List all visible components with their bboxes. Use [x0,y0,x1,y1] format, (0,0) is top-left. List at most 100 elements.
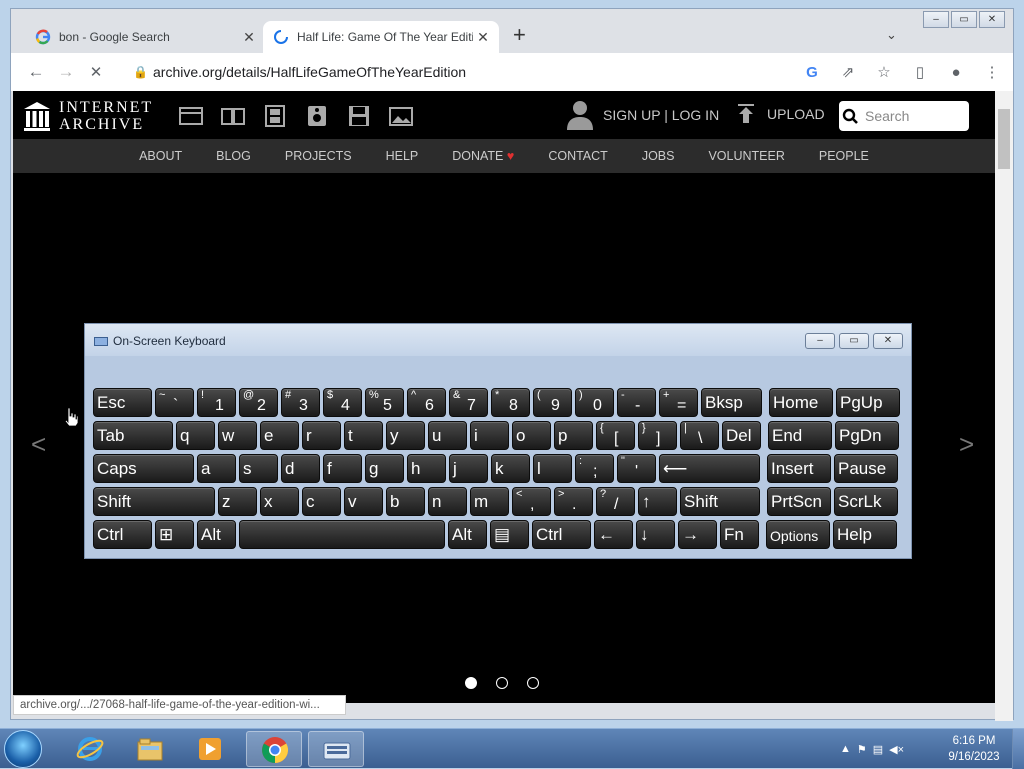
osk-key[interactable]: * 8 [491,388,530,417]
web-icon[interactable] [179,105,203,127]
taskbar-internet-explorer[interactable] [62,731,118,767]
tab-search-icon[interactable]: ⌄ [886,27,897,43]
scrollbar-thumb[interactable] [998,109,1010,169]
osk-key[interactable]: Insert [767,454,831,483]
osk-close-button[interactable]: ✕ [873,333,903,349]
osk-key[interactable]: Del [722,421,761,450]
tab-half-life[interactable]: Half Life: Game Of The Year Editi ✕ [263,21,499,53]
osk-key[interactable]: ⟵ [659,454,760,483]
nav-help[interactable]: HELP [369,149,436,163]
osk-key[interactable]: k [491,454,530,483]
osk-key[interactable]: ? / [596,487,635,516]
osk-key[interactable]: " ' [617,454,656,483]
nav-about[interactable]: ABOUT [122,149,199,163]
share-icon[interactable]: ⇗ [833,63,863,81]
osk-key[interactable]: + = [659,388,698,417]
osk-key[interactable]: Shift [680,487,760,516]
minimize-button[interactable]: – [923,11,949,28]
osk-title-bar[interactable]: On-Screen Keyboard – ▭ ✕ [85,324,911,356]
osk-key[interactable]: PgDn [835,421,899,450]
osk-key[interactable]: | \ [680,421,719,450]
osk-key[interactable]: n [428,487,467,516]
osk-key[interactable]: Ctrl [93,520,152,549]
osk-key[interactable]: j [449,454,488,483]
nav-projects[interactable]: PROJECTS [268,149,369,163]
osk-key[interactable]: Fn [720,520,759,549]
network-icon[interactable]: ▤ [873,743,883,756]
osk-key[interactable]: >. [554,487,593,516]
osk-key[interactable]: b [386,487,425,516]
osk-key[interactable]: PrtScn [767,487,831,516]
osk-key[interactable]: Bksp [701,388,762,417]
url-text[interactable]: archive.org/details/HalfLifeGameOfTheYea… [153,64,466,80]
osk-key[interactable]: f [323,454,362,483]
maximize-button[interactable]: ▭ [951,11,977,28]
nav-donate[interactable]: DONATE ♥ [435,149,531,163]
osk-key[interactable]: Caps [93,454,194,483]
osk-key[interactable]: Esc [93,388,152,417]
osk-key[interactable]: x [260,487,299,516]
taskbar-file-explorer[interactable] [122,731,178,767]
tab-close-icon[interactable]: ✕ [473,29,493,46]
carousel-dot[interactable] [465,677,477,689]
nav-jobs[interactable]: JOBS [625,149,692,163]
back-icon[interactable]: ← [21,62,51,82]
osk-key[interactable]: q [176,421,215,450]
osk-key[interactable]: :; [575,454,614,483]
nav-blog[interactable]: BLOG [199,149,268,163]
vertical-scrollbar[interactable] [995,91,1013,721]
osk-key[interactable]: c [302,487,341,516]
osk-key[interactable]: d [281,454,320,483]
osk-key[interactable]: i [470,421,509,450]
osk-key[interactable]: ~ ` [155,388,194,417]
carousel-next-arrow[interactable]: > [959,429,974,460]
osk-key[interactable]: h [407,454,446,483]
osk-key[interactable]: → [678,520,717,549]
forward-icon[interactable]: → [51,62,81,82]
osk-key[interactable]: r [302,421,341,450]
osk-key[interactable]: Alt [448,520,487,549]
osk-key[interactable]: (9 [533,388,572,417]
osk-minimize-button[interactable]: – [805,333,835,349]
texts-icon[interactable] [221,105,245,127]
profile-icon[interactable]: ● [941,64,971,81]
bookmark-star-icon[interactable]: ☆ [869,63,899,81]
osk-key[interactable]: Options [766,520,830,549]
osk-key[interactable]: v [344,487,383,516]
osk-key[interactable]: Pause [834,454,898,483]
nav-volunteer[interactable]: VOLUNTEER [691,149,801,163]
show-desktop-button[interactable] [1012,729,1024,769]
osk-key[interactable] [239,520,445,549]
osk-key[interactable]: ← [594,520,633,549]
taskbar-media-player[interactable] [182,731,238,767]
nav-people[interactable]: PEOPLE [802,149,886,163]
osk-key[interactable]: -- [617,388,656,417]
ia-search-box[interactable]: Search [839,101,969,131]
osk-key[interactable]: $4 [323,388,362,417]
clock[interactable]: 6:16 PM 9/16/2023 [942,733,1006,765]
taskbar-chrome[interactable] [246,731,302,767]
nav-contact[interactable]: CONTACT [531,149,625,163]
osk-key[interactable]: #3 [281,388,320,417]
osk-key[interactable]: l [533,454,572,483]
osk-key[interactable]: z [218,487,257,516]
close-button[interactable]: ✕ [979,11,1005,28]
images-icon[interactable] [389,105,413,127]
upload-link[interactable]: UPLOAD [735,103,825,125]
start-button[interactable] [4,730,42,768]
tab-google-search[interactable]: bon - Google Search ✕ [25,21,265,53]
osk-key[interactable]: ▤ [490,520,529,549]
osk-key[interactable]: o [512,421,551,450]
osk-key[interactable]: ↑ [638,487,677,516]
osk-key[interactable]: <, [512,487,551,516]
osk-key[interactable]: Home [769,388,833,417]
osk-key[interactable]: s [239,454,278,483]
osk-key[interactable]: Help [833,520,897,549]
osk-key[interactable]: e [260,421,299,450]
osk-key[interactable]: Tab [93,421,173,450]
audio-icon[interactable] [305,105,329,127]
osk-maximize-button[interactable]: ▭ [839,333,869,349]
osk-key[interactable]: {[ [596,421,635,450]
google-lens-icon[interactable]: G [797,64,827,81]
osk-key[interactable]: ! 1 [197,388,236,417]
